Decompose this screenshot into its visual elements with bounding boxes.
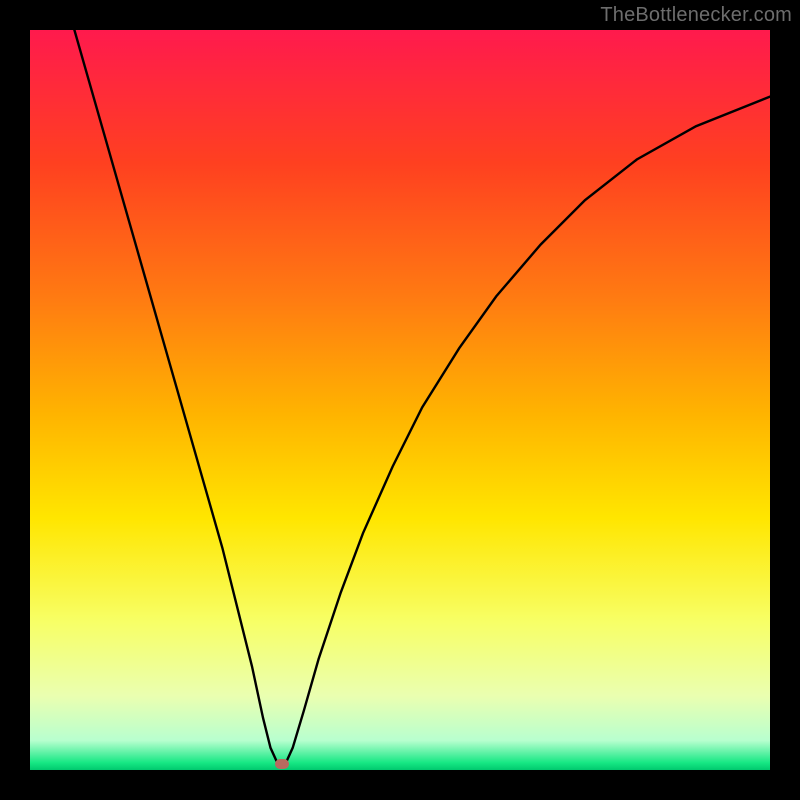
- curve-right-branch: [285, 97, 770, 765]
- watermark-text: TheBottlenecker.com: [600, 4, 792, 27]
- optimum-marker: [275, 759, 289, 769]
- chart-frame: TheBottlenecker.com: [0, 0, 800, 800]
- plot-area: [30, 30, 770, 770]
- curve-left-branch: [74, 30, 278, 764]
- bottleneck-curve: [30, 30, 770, 770]
